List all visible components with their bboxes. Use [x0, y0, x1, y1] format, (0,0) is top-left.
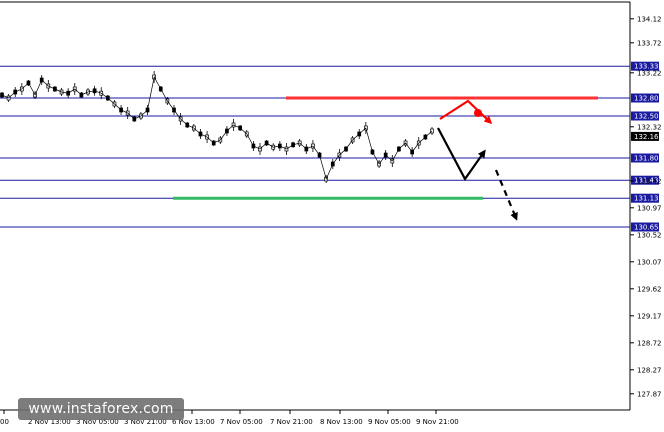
y-axis-ticks: 134.12 133.72 133.22 132.32 131.42 130.97 130.… — [630, 15, 662, 398]
y-tick-label: 129.62 — [637, 285, 662, 293]
level-label: 131.80 — [634, 155, 659, 163]
projection-arrow — [437, 127, 486, 182]
projection-arrows — [437, 99, 518, 221]
price-series — [0, 71, 598, 183]
y-tick-label: 134.12 — [637, 15, 662, 23]
watermark-text: www.instaforex.com — [28, 401, 174, 417]
y-tick-label: 130.97 — [637, 204, 662, 212]
y-tick-label: 130.07 — [637, 258, 662, 266]
level-label: 132.80 — [634, 95, 659, 103]
x-tick-label: 00 — [0, 418, 9, 426]
projection-arrow — [494, 169, 518, 221]
y-tick-label: 128.27 — [637, 366, 662, 374]
forex-chart: 133.33132.80132.50132.16131.80131.43131.… — [0, 1, 662, 426]
y-tick-label: 128.72 — [637, 339, 662, 347]
projection-arrow — [439, 99, 493, 125]
y-tick-label: 133.72 — [637, 39, 662, 47]
y-tick-label: 133.22 — [637, 69, 662, 77]
y-tick-label: 132.32 — [637, 123, 662, 131]
level-label: 132.16 — [634, 133, 659, 141]
y-tick-label: 127.87 — [637, 390, 662, 398]
y-tick-label: 129.17 — [637, 312, 662, 320]
x-tick-label: 9 Nov 21:00 — [416, 418, 459, 426]
x-tick-label: 7 Nov 05:00 — [220, 418, 263, 426]
x-tick-label: 7 Nov 21:00 — [270, 418, 313, 426]
level-label: 130.65 — [634, 224, 659, 232]
level-label: 132.50 — [634, 113, 659, 121]
red-marker-dot — [474, 109, 482, 117]
price-levels: 133.33132.80132.50132.16131.80131.43131.… — [0, 61, 659, 232]
y-tick-label: 130.52 — [637, 231, 662, 239]
x-tick-label: 9 Nov 05:00 — [368, 418, 411, 426]
level-label: 131.13 — [634, 195, 659, 203]
y-tick-label: 131.42 — [637, 177, 662, 185]
x-tick-label: 8 Nov 13:00 — [320, 418, 363, 426]
instaforex-watermark: www.instaforex.com — [18, 398, 184, 420]
